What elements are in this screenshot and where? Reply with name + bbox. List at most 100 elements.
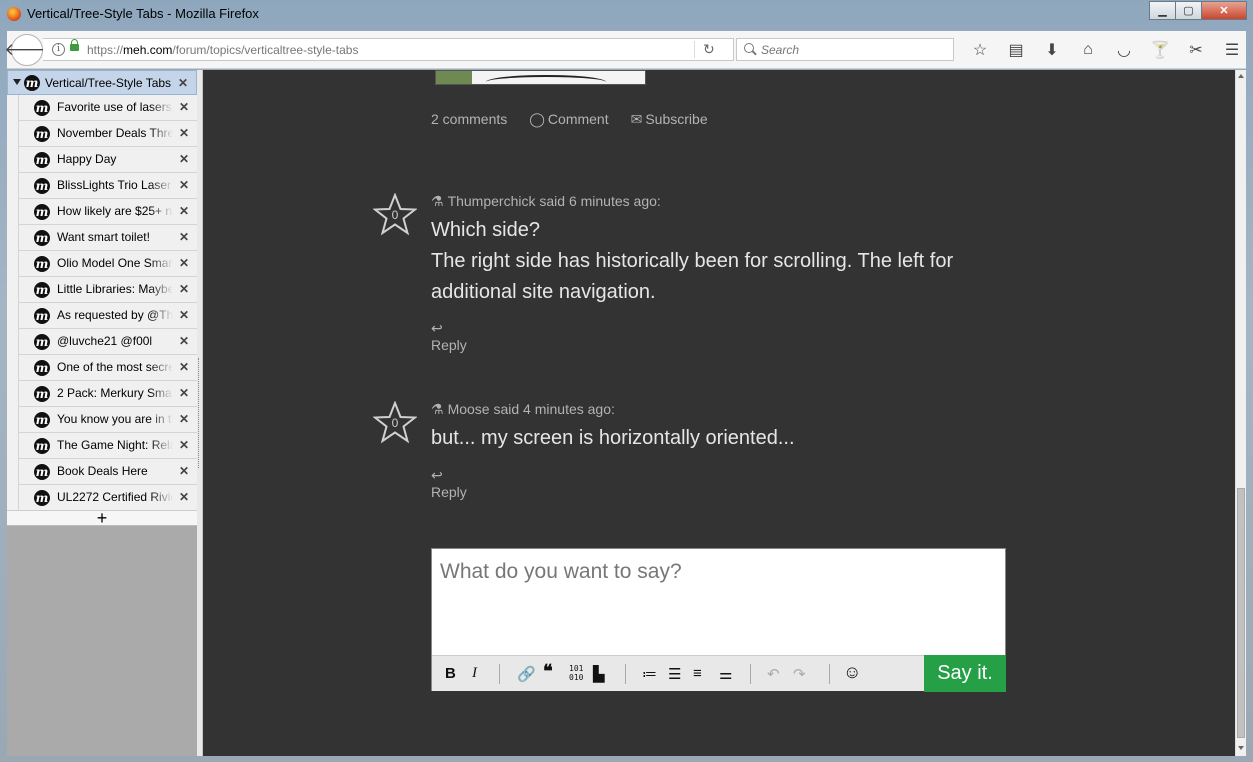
close-tab-icon[interactable]: ✕ bbox=[179, 490, 189, 504]
minimize-button[interactable]: ▁ bbox=[1149, 1, 1176, 20]
window-title: Vertical/Tree-Style Tabs - Mozilla Firef… bbox=[27, 6, 259, 21]
close-tab-icon[interactable]: ✕ bbox=[179, 386, 189, 400]
close-tab-icon[interactable]: ✕ bbox=[179, 360, 189, 374]
tab-item[interactable]: m UL2272 Certified Riviera ✕ bbox=[18, 485, 197, 511]
tab-label: 2 Pack: Merkury Smart bbox=[57, 386, 173, 400]
tab-item[interactable]: m Little Libraries: Maybe ✕ bbox=[18, 277, 197, 303]
splitter-grip[interactable] bbox=[198, 358, 201, 468]
close-tab-icon[interactable]: ✕ bbox=[179, 412, 189, 426]
close-tab-icon[interactable]: ✕ bbox=[179, 464, 189, 478]
tab-label: Olio Model One Smartwatch bbox=[57, 256, 173, 270]
close-tab-icon[interactable]: ✕ bbox=[179, 230, 189, 244]
heading-icon[interactable]: ≡ bbox=[693, 665, 702, 682]
bulleted-list-icon[interactable]: ☰ bbox=[668, 665, 681, 683]
search-bar[interactable]: Search bbox=[736, 38, 954, 61]
close-window-button[interactable]: ✕ bbox=[1201, 1, 1247, 20]
url-bar[interactable]: i https://meh.com/forum/topics/verticalt… bbox=[43, 38, 734, 61]
cocktail-icon[interactable]: 🍸 bbox=[1142, 39, 1178, 61]
tools-icon[interactable]: ✂ bbox=[1178, 39, 1214, 61]
tab-label: Happy Day bbox=[57, 152, 117, 166]
hamburger-menu-icon[interactable]: ☰ bbox=[1214, 39, 1250, 61]
tab-label: Vertical/Tree-Style Tabs bbox=[45, 76, 172, 90]
site-info-icon[interactable]: i bbox=[52, 43, 65, 56]
comments-count-link[interactable]: 2 comments bbox=[431, 111, 507, 128]
toolbar-separator bbox=[625, 664, 626, 684]
tab-item[interactable]: m One of the most secret ✕ bbox=[18, 355, 197, 381]
close-tab-icon[interactable]: ✕ bbox=[179, 100, 189, 114]
url-path: /forum/topics/verticaltree-style-tabs bbox=[172, 43, 359, 57]
meh-favicon-icon: m bbox=[34, 334, 50, 350]
link-icon[interactable]: 🔗 bbox=[517, 665, 536, 683]
close-tab-icon[interactable]: ✕ bbox=[179, 334, 189, 348]
tab-item[interactable]: m Happy Day ✕ bbox=[18, 147, 197, 173]
close-tab-icon[interactable]: ✕ bbox=[179, 178, 189, 192]
italic-icon[interactable]: I bbox=[472, 665, 477, 682]
comment-body: Which side? The right side has historica… bbox=[431, 215, 1031, 308]
maximize-button[interactable]: ▢ bbox=[1175, 1, 1202, 20]
quote-icon[interactable]: ❝ bbox=[543, 661, 553, 682]
tab-item[interactable]: m You know you are in the ✕ bbox=[18, 407, 197, 433]
nav-toolbar: 🡐 i https://meh.com/forum/topics/vertica… bbox=[4, 31, 1246, 69]
tab-label: Book Deals Here bbox=[57, 464, 148, 478]
tab-item[interactable]: m Olio Model One Smartwatch ✕ bbox=[18, 251, 197, 277]
close-tab-icon[interactable]: ✕ bbox=[179, 282, 189, 296]
image-icon[interactable]: ▙ bbox=[593, 665, 605, 683]
title-bar: Vertical/Tree-Style Tabs - Mozilla Firef… bbox=[0, 0, 1253, 30]
reply-link[interactable]: ↩ Reply bbox=[431, 320, 467, 353]
meh-favicon-icon: m bbox=[34, 438, 50, 454]
close-tab-icon[interactable]: ✕ bbox=[179, 152, 189, 166]
tab-item[interactable]: m How likely are $25+ now ✕ bbox=[18, 199, 197, 225]
tab-parent[interactable]: m Vertical/Tree-Style Tabs ✕ bbox=[7, 70, 197, 95]
tab-item[interactable]: m Want smart toilet! ✕ bbox=[18, 225, 197, 251]
close-tab-icon[interactable]: ✕ bbox=[178, 76, 188, 90]
tab-item[interactable]: m Book Deals Here ✕ bbox=[18, 459, 197, 485]
pocket-icon[interactable]: ◡ bbox=[1106, 39, 1142, 61]
close-tab-icon[interactable]: ✕ bbox=[179, 438, 189, 452]
close-tab-icon[interactable]: ✕ bbox=[179, 204, 189, 218]
search-input[interactable]: Search bbox=[761, 43, 799, 57]
tab-item[interactable]: m Favorite use of lasers? ✕ bbox=[18, 95, 197, 121]
meh-favicon-icon: m bbox=[34, 282, 50, 298]
bold-icon[interactable]: B bbox=[445, 665, 456, 682]
scroll-down-arrow-icon[interactable] bbox=[1238, 746, 1244, 750]
comment-editor[interactable]: What do you want to say? B I 🔗 ❝ 101 010… bbox=[431, 548, 1006, 692]
reply-link[interactable]: ↩ Reply bbox=[431, 467, 467, 500]
horizontal-rule-icon[interactable]: ⚌ bbox=[719, 665, 732, 683]
comment-author-line: ⚗ Moose said 4 minutes ago: bbox=[431, 401, 615, 418]
vertical-scrollbar[interactable] bbox=[1235, 70, 1246, 756]
close-tab-icon[interactable]: ✕ bbox=[179, 126, 189, 140]
home-icon[interactable]: ⌂ bbox=[1070, 39, 1106, 61]
undo-icon[interactable]: ↶ bbox=[767, 665, 780, 683]
comment-textarea[interactable]: What do you want to say? bbox=[440, 560, 682, 584]
bookmarks-menu-icon[interactable]: ▤ bbox=[998, 39, 1034, 61]
say-it-button[interactable]: Say it. bbox=[924, 655, 1006, 692]
comment-line: Which side? bbox=[431, 219, 540, 241]
bookmark-star-icon[interactable]: ☆ bbox=[962, 39, 998, 61]
subscribe-link[interactable]: ✉ Subscribe bbox=[631, 111, 708, 128]
comment-line: but... my screen is horizontally oriente… bbox=[431, 427, 795, 449]
collapse-twisty-icon[interactable] bbox=[13, 79, 21, 85]
browser-window: Vertical/Tree-Style Tabs - Mozilla Firef… bbox=[0, 0, 1253, 762]
close-tab-icon[interactable]: ✕ bbox=[179, 256, 189, 270]
emoji-icon[interactable]: ☺ bbox=[843, 662, 861, 683]
tab-item[interactable]: m BlissLights Trio Laser Projector ✕ bbox=[18, 173, 197, 199]
back-button[interactable]: 🡐 bbox=[4, 34, 50, 66]
tab-item[interactable]: m November Deals Three ✕ bbox=[18, 121, 197, 147]
tab-item[interactable]: m The Game Night: Relaunch ✕ bbox=[18, 433, 197, 459]
scroll-up-arrow-icon[interactable] bbox=[1238, 74, 1244, 78]
url-text[interactable]: https://meh.com/forum/topics/verticaltre… bbox=[87, 43, 358, 57]
close-tab-icon[interactable]: ✕ bbox=[179, 308, 189, 322]
tab-item[interactable]: m 2 Pack: Merkury Smart ✕ bbox=[18, 381, 197, 407]
downloads-icon[interactable]: ⬇ bbox=[1034, 39, 1070, 61]
numbered-list-icon[interactable]: ≔ bbox=[642, 665, 657, 683]
tab-item[interactable]: m As requested by @Thumperchick ✕ bbox=[18, 303, 197, 329]
toolbar-separator bbox=[750, 664, 751, 684]
comment-link[interactable]: ◯ Comment bbox=[529, 111, 608, 128]
code-icon[interactable]: 101 010 bbox=[569, 664, 583, 682]
redo-icon[interactable]: ↷ bbox=[793, 665, 806, 683]
new-tab-button[interactable]: + bbox=[7, 509, 197, 527]
scrollbar-thumb[interactable] bbox=[1237, 488, 1245, 738]
reload-icon[interactable]: ↻ bbox=[703, 41, 715, 58]
tab-label: As requested by @Thumperchick bbox=[57, 308, 173, 322]
tab-item[interactable]: m @luvche21 @f00l ✕ bbox=[18, 329, 197, 355]
